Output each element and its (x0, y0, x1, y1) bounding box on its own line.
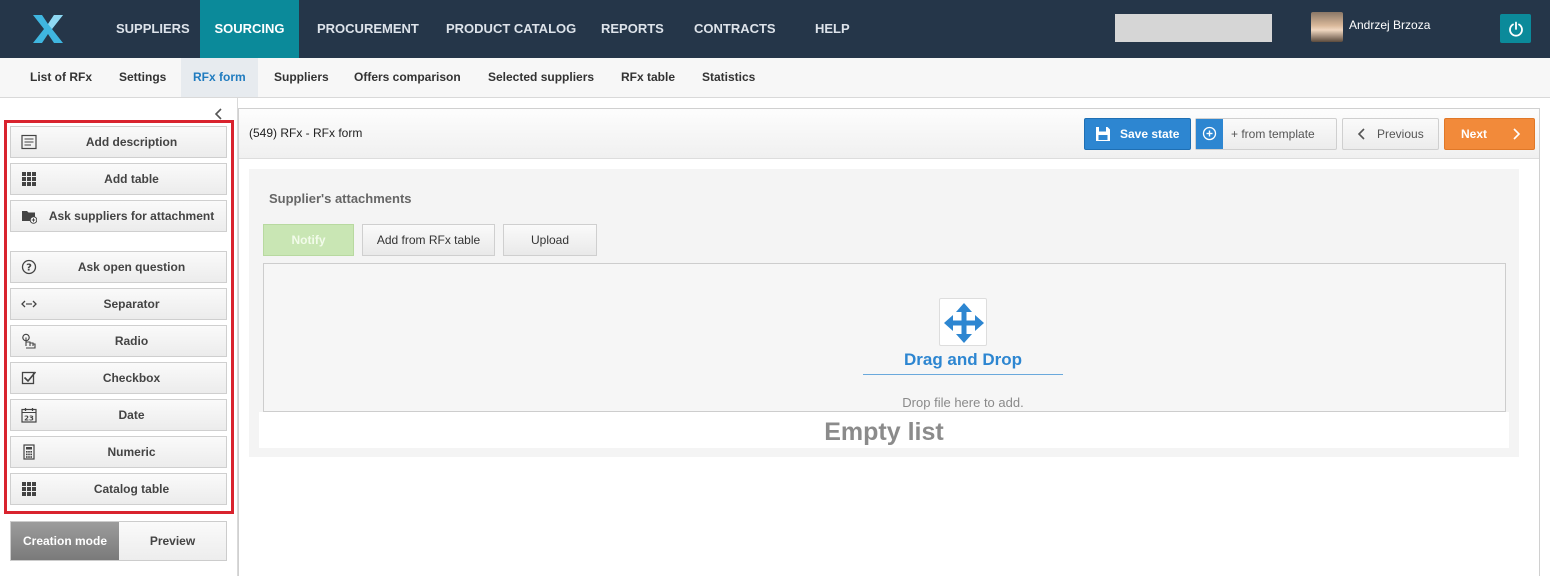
empty-list-message: Empty list (824, 418, 944, 446)
numeric-tool-button[interactable]: Numeric (10, 436, 227, 468)
checkbox-tool-button[interactable]: Checkbox (10, 362, 227, 394)
page-title: (549) RFx - RFx form (249, 126, 363, 140)
save-state-button[interactable]: Save state (1084, 118, 1191, 150)
tab-selected-suppliers[interactable]: Selected suppliers (488, 58, 594, 97)
plus-circle-icon (1202, 126, 1217, 141)
top-navigation-bar: SUPPLIERS SOURCING PROCUREMENT PRODUCT C… (0, 0, 1550, 58)
tab-rfx-form[interactable]: RFx form (181, 58, 258, 97)
floppy-disk-icon (1096, 127, 1110, 141)
grid-icon (22, 172, 36, 186)
date-tool-button[interactable]: 23 Date (10, 399, 227, 431)
grid-icon (22, 482, 36, 496)
ask-open-question-button[interactable]: ? Ask open question (10, 251, 227, 283)
file-dropzone[interactable]: Drag and Drop Drop file here to add. (263, 263, 1506, 412)
nav-reports[interactable]: REPORTS (601, 0, 664, 58)
tool-label: Ask open question (77, 260, 186, 274)
previous-button[interactable]: Previous (1342, 118, 1439, 150)
nav-procurement[interactable]: PROCUREMENT (317, 0, 419, 58)
empty-list-container: Empty list (259, 412, 1509, 448)
drag-drop-title: Drag and Drop (903, 350, 1023, 369)
nav-suppliers[interactable]: SUPPLIERS (116, 0, 190, 58)
radio-button-tool[interactable]: Radio (10, 325, 227, 357)
upload-button[interactable]: Upload (503, 224, 597, 256)
tab-offers-comparison[interactable]: Offers comparison (354, 58, 461, 97)
catalog-table-button[interactable]: Catalog table (10, 473, 227, 505)
rfx-form-panel: (549) RFx - RFx form Save state + from t… (238, 108, 1540, 576)
preview-mode-button[interactable]: Preview (119, 522, 226, 560)
next-button[interactable]: Next (1444, 118, 1535, 150)
sub-navigation-bar: List of RFx Settings RFx form Suppliers … (0, 58, 1550, 98)
tool-label: Add description (85, 135, 178, 149)
tool-label: Radio (114, 334, 149, 348)
separator-icon (21, 300, 37, 308)
ask-suppliers-attachment-button[interactable]: Ask suppliers for attachment (10, 200, 227, 232)
panel-header: (549) RFx - RFx form Save state + from t… (239, 109, 1539, 159)
tab-list-of-rfx[interactable]: List of RFx (30, 58, 92, 97)
logout-button[interactable] (1500, 14, 1531, 43)
tool-label: Date (118, 408, 145, 422)
notify-button[interactable]: Notify (263, 224, 354, 256)
tool-label: Ask suppliers for attachment (48, 209, 215, 223)
drag-drop-underline (863, 374, 1063, 375)
nav-sourcing[interactable]: SOURCING (200, 0, 299, 58)
tool-label: Checkbox (102, 371, 161, 385)
nav-product-catalog[interactable]: PRODUCT CATALOG (446, 0, 576, 58)
creation-mode-button[interactable]: Creation mode (11, 522, 119, 560)
chevron-left-icon (1357, 128, 1365, 140)
search-input[interactable] (1115, 14, 1272, 42)
from-template-label: + from template (1231, 127, 1315, 141)
nav-contracts[interactable]: CONTRACTS (694, 0, 776, 58)
move-arrows-icon (944, 303, 984, 343)
tab-statistics[interactable]: Statistics (702, 58, 755, 97)
drop-hint: Drop file here to add. (902, 395, 1024, 410)
save-state-label: Save state (1120, 127, 1180, 141)
add-table-button[interactable]: Add table (10, 163, 227, 195)
tool-label: Numeric (107, 445, 156, 459)
description-icon (21, 134, 37, 150)
add-from-rfx-table-button[interactable]: Add from RFx table (362, 224, 495, 256)
username[interactable]: Andrzej Brzoza (1349, 18, 1430, 32)
mode-toggle: Creation mode Preview (10, 521, 227, 561)
svg-text:?: ? (26, 263, 32, 274)
drag-drop-box (939, 298, 987, 346)
svg-text:23: 23 (24, 415, 34, 423)
calendar-icon: 23 (21, 408, 37, 423)
chevron-right-icon (1513, 128, 1521, 140)
checkbox-icon (21, 371, 37, 385)
tab-suppliers[interactable]: Suppliers (274, 58, 329, 97)
app-logo[interactable] (30, 13, 66, 45)
tool-label: Add table (104, 172, 159, 186)
tab-settings[interactable]: Settings (119, 58, 166, 97)
avatar[interactable] (1311, 12, 1343, 42)
template-icon-box (1196, 119, 1223, 149)
section-title: Supplier's attachments (269, 191, 412, 206)
previous-label: Previous (1377, 127, 1424, 141)
next-label: Next (1461, 127, 1488, 141)
tool-label: Catalog table (93, 482, 170, 496)
attachments-section: Supplier's attachments Notify Add from R… (249, 169, 1519, 457)
pointer-icon (22, 333, 36, 349)
folder-plus-icon (22, 211, 37, 224)
power-icon (1508, 21, 1523, 37)
tab-rfx-table[interactable]: RFx table (621, 58, 675, 97)
question-circle-icon: ? (21, 259, 37, 275)
calculator-icon (23, 444, 35, 460)
tool-label: Separator (103, 297, 160, 311)
nav-help[interactable]: HELP (815, 0, 850, 58)
from-template-button[interactable]: + from template (1195, 118, 1337, 150)
add-description-button[interactable]: Add description (10, 126, 227, 158)
separator-button[interactable]: Separator (10, 288, 227, 320)
